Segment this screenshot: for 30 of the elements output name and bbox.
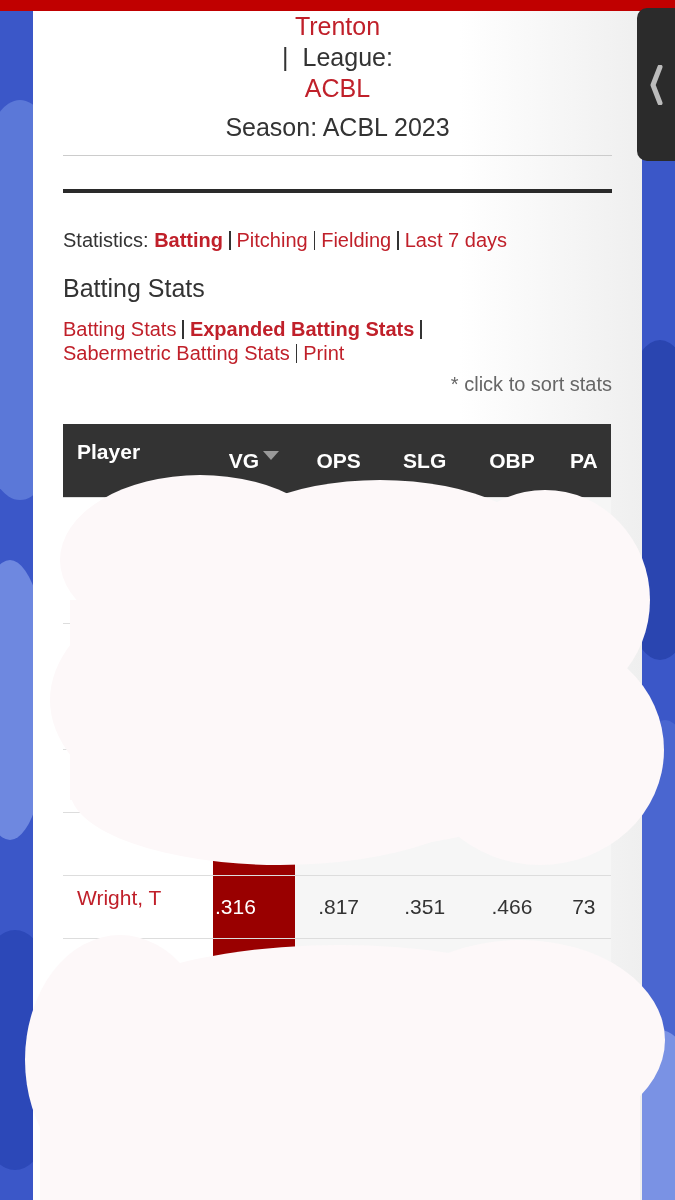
column-header[interactable]: OBP [489, 448, 535, 472]
stats-link[interactable]: Batting [154, 229, 224, 251]
stats-link[interactable]: Last 7 days [404, 229, 508, 251]
side-panel-tab[interactable] [637, 8, 675, 161]
stat-cell: .817 [295, 875, 383, 939]
league-label: League: [302, 42, 393, 73]
team-link[interactable]: Trenton [294, 11, 381, 42]
stat-cell: 73 [556, 875, 611, 939]
stat-cell: .316 [213, 875, 295, 939]
statistics-label: Statistics: [63, 229, 149, 251]
season-label: Season: ACBL 2023 [225, 112, 450, 143]
batting-view-link[interactable]: Expanded Batting Stats [189, 318, 415, 340]
sort-hint: * click to sort stats [449, 373, 612, 396]
player-link[interactable]: Wright, T [77, 886, 162, 909]
batting-view-link[interactable]: Sabermetric Batting Stats [63, 342, 290, 364]
stat-cell: .466 [467, 875, 557, 939]
stat-cell: .351 [382, 875, 468, 939]
stats-link[interactable]: Pitching [236, 229, 308, 251]
batting-view-link[interactable]: Print [303, 342, 345, 364]
league-link[interactable]: ACBL [304, 73, 371, 104]
column-header[interactable]: OPS [316, 448, 361, 472]
chevron-left-icon [649, 64, 663, 105]
stats-link[interactable]: Fielding [321, 229, 392, 251]
separator-text: | [282, 42, 289, 73]
column-header[interactable]: SLG [403, 448, 447, 472]
section-title: Batting Stats [63, 273, 206, 303]
column-header[interactable]: Player [77, 440, 141, 463]
column-header[interactable]: PA [570, 448, 598, 472]
batting-view-link[interactable]: Batting Stats [63, 318, 177, 340]
sort-caret-icon [263, 450, 280, 460]
